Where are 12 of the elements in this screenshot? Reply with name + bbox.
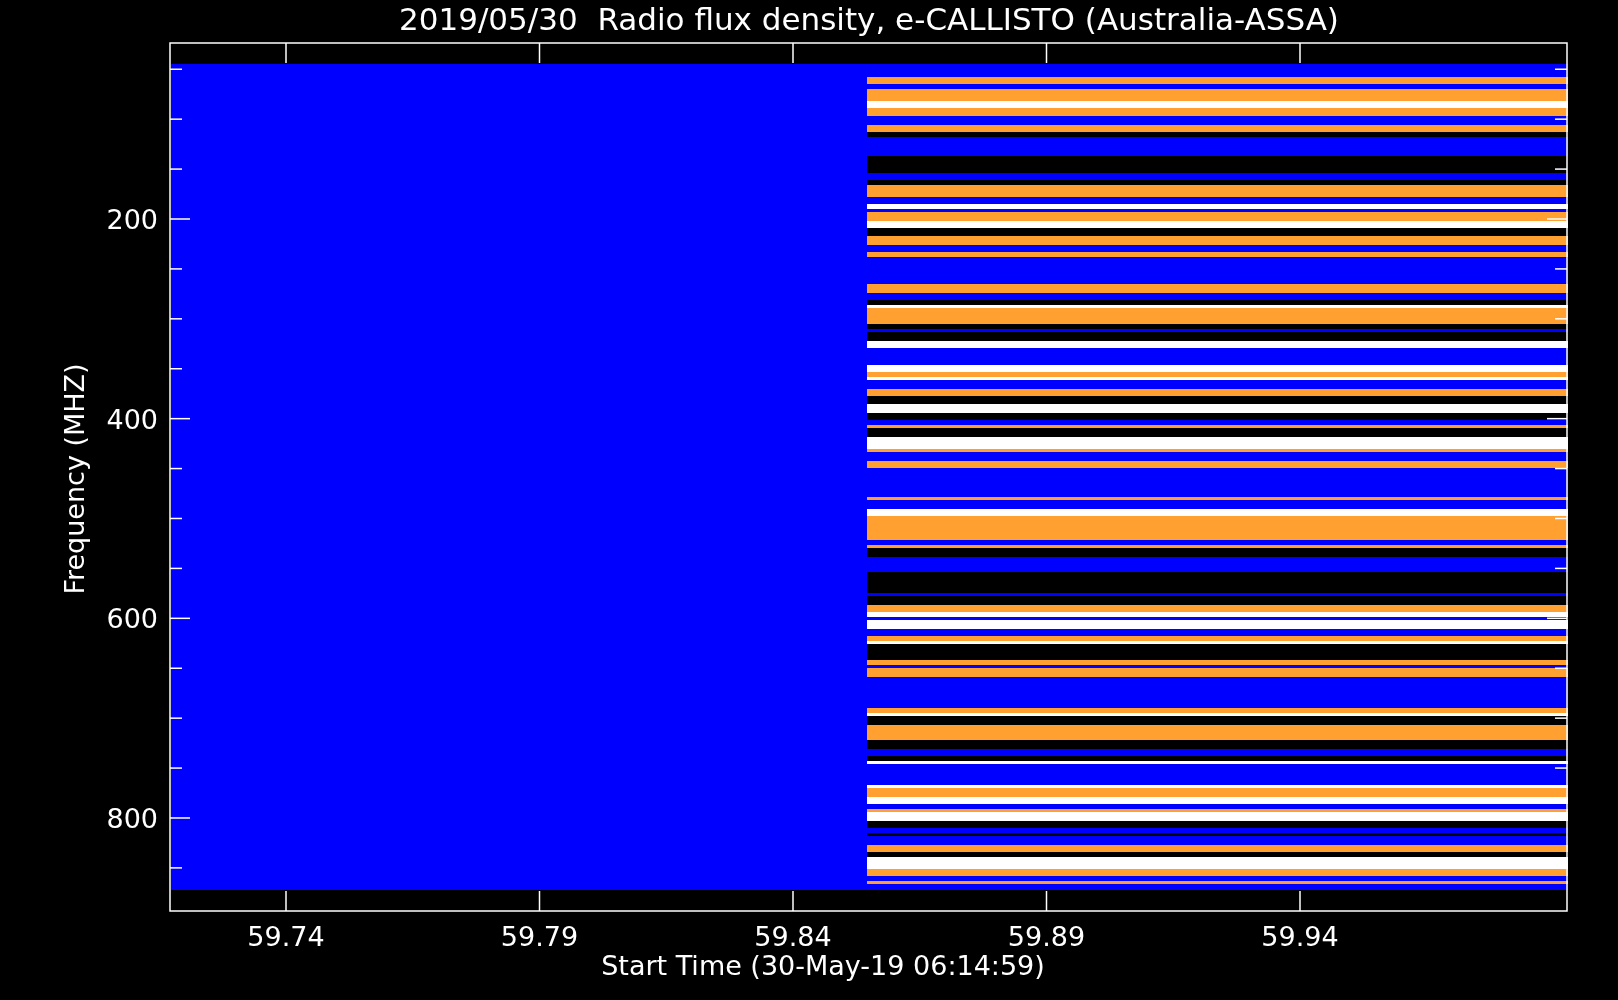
x-tick-label: 59.89 (1007, 921, 1086, 952)
y-tick-label: 800 (106, 803, 158, 834)
x-axis-label: Start Time (30-May-19 06:14:59) (601, 950, 1045, 981)
y-tick-label: 600 (106, 603, 158, 635)
y-axis-label: Frequency (MHZ) (59, 363, 90, 595)
y-tick-label: 400 (106, 403, 158, 435)
x-tick-label: 59.79 (500, 921, 579, 952)
plot-title: 2019/05/30 Radio flux density, e-CALLISTO (Australia-ASSA) (399, 1, 1339, 37)
x-tick-label: 59.74 (247, 921, 325, 952)
y-tick-label: 200 (106, 204, 158, 235)
x-tick-label: 59.84 (754, 921, 832, 952)
x-tick-label: 59.94 (1261, 921, 1339, 952)
